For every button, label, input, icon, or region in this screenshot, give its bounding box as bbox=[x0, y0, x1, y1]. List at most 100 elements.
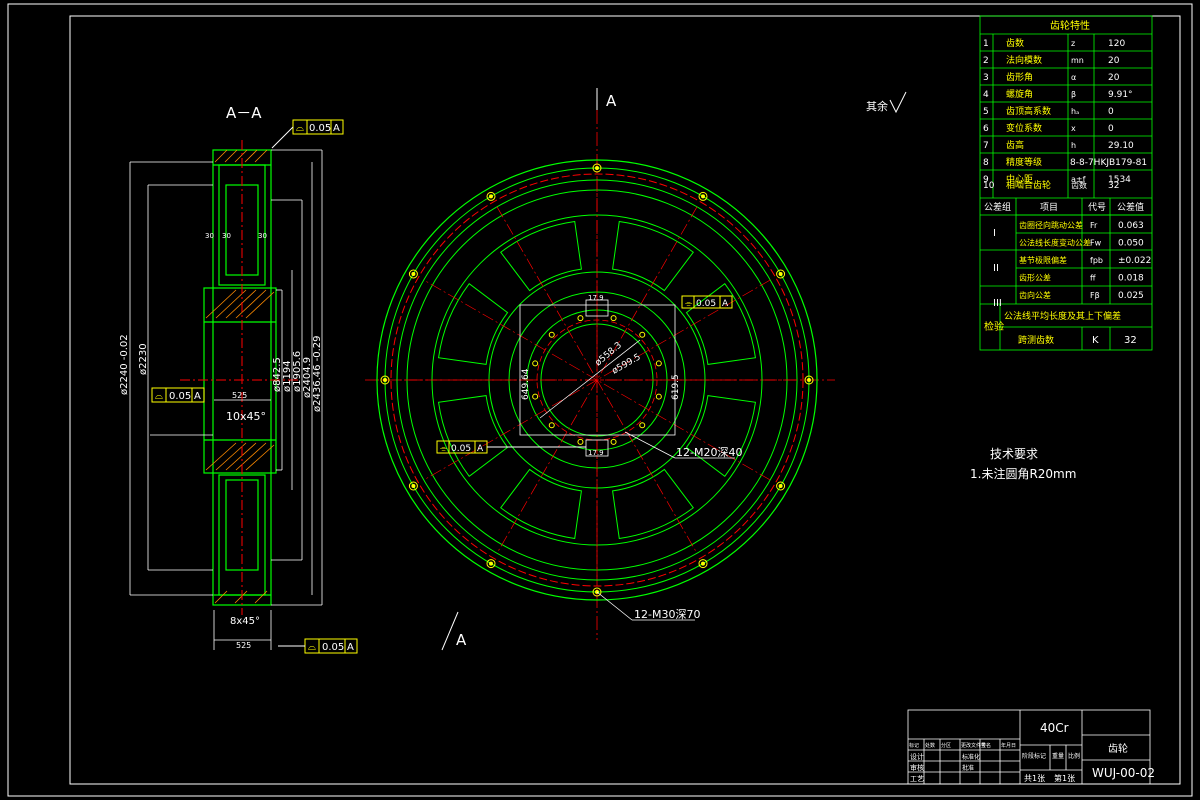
tol-code: Fr bbox=[1090, 221, 1098, 230]
svg-text:8x45°: 8x45° bbox=[230, 616, 260, 627]
svg-text:公差组: 公差组 bbox=[984, 201, 1011, 213]
gear-row-name: 螺旋角 bbox=[1006, 88, 1033, 100]
svg-text:跨测齿数: 跨测齿数 bbox=[1018, 334, 1054, 346]
tol-code: Fw bbox=[1090, 239, 1102, 248]
section-mark-top: A bbox=[606, 92, 617, 110]
svg-text:其余: 其余 bbox=[866, 99, 888, 113]
svg-text:0.05: 0.05 bbox=[309, 123, 331, 134]
flatness-frame-mid: ⌓ 0.05 A bbox=[151, 387, 205, 403]
svg-text:检验: 检验 bbox=[984, 320, 1004, 333]
svg-text:525: 525 bbox=[232, 391, 247, 400]
svg-text:32: 32 bbox=[1124, 335, 1137, 346]
title-block-head: 签名 bbox=[981, 742, 991, 749]
gear-row-sym: β bbox=[1071, 90, 1076, 99]
gear-row-val: 0 bbox=[1108, 124, 1114, 134]
svg-text:ø2240 -0.02: ø2240 -0.02 bbox=[119, 334, 130, 395]
hole-note-m20: 12-M20深40 bbox=[676, 446, 742, 459]
gear-row-val: 20 bbox=[1108, 73, 1120, 83]
svg-text:30: 30 bbox=[258, 232, 267, 240]
svg-text:17.9: 17.9 bbox=[588, 449, 604, 457]
section-label: A－A bbox=[226, 104, 262, 122]
tol-value: 0.063 bbox=[1118, 221, 1144, 231]
gear-row-no: 4 bbox=[983, 90, 989, 100]
tol-code: fpb bbox=[1090, 256, 1103, 265]
tol-value: ±0.022 bbox=[1118, 256, 1151, 266]
gear-row-name: 精度等级 bbox=[1006, 156, 1042, 168]
svg-text:齿轮特性: 齿轮特性 bbox=[1050, 19, 1090, 32]
svg-text:ø2230: ø2230 bbox=[138, 343, 149, 375]
tol-code: ff bbox=[1090, 274, 1096, 283]
tol-item: 基节极限偏差 bbox=[1019, 255, 1067, 265]
svg-text:0.05: 0.05 bbox=[169, 391, 191, 402]
svg-text:A: A bbox=[333, 123, 340, 134]
bolt-hole-center bbox=[411, 272, 416, 276]
svg-text:30: 30 bbox=[205, 232, 214, 240]
title-block-head: 分区 bbox=[941, 742, 951, 749]
svg-text:公差值: 公差值 bbox=[1117, 201, 1144, 213]
svg-text:1.未注圆角R20mm: 1.未注圆角R20mm bbox=[970, 466, 1076, 481]
svg-text:525: 525 bbox=[236, 641, 251, 650]
svg-text:⌓: ⌓ bbox=[155, 391, 163, 402]
svg-text:0.05: 0.05 bbox=[451, 444, 471, 454]
title-block-head: 处数 bbox=[925, 742, 935, 749]
gear-row-sym: α bbox=[1071, 73, 1076, 82]
svg-text:工艺: 工艺 bbox=[910, 775, 924, 783]
gear-row-name: 齿数 bbox=[1006, 37, 1024, 49]
gear-row-name: 齿顶高系数 bbox=[1006, 105, 1051, 117]
svg-text:⌯: ⌯ bbox=[440, 444, 448, 454]
gear-row-no: 8 bbox=[983, 158, 989, 168]
svg-text:公法线平均长度及其上下偏差: 公法线平均长度及其上下偏差 bbox=[1004, 310, 1121, 322]
bolt-hole-center bbox=[701, 561, 705, 566]
svg-text:⌯: ⌯ bbox=[685, 299, 693, 309]
gear-row-no: 3 bbox=[983, 73, 989, 83]
tol-value: 0.018 bbox=[1118, 274, 1144, 284]
bolt-hole-center bbox=[595, 166, 599, 170]
gear-row-val: 20 bbox=[1108, 56, 1120, 66]
gear-row-val: 120 bbox=[1108, 39, 1125, 49]
gear-row-sym: 齿数 bbox=[1071, 180, 1087, 190]
tol-code: Fβ bbox=[1090, 291, 1100, 300]
gear-row-no: 6 bbox=[983, 124, 989, 134]
gear-row-val: 9.91° bbox=[1108, 90, 1133, 100]
gear-row-val: 0 bbox=[1108, 107, 1114, 117]
gear-row-val: 29.10 bbox=[1108, 141, 1134, 151]
svg-text:A: A bbox=[477, 444, 484, 454]
hole-note-m30: 12-M30深70 bbox=[634, 608, 700, 621]
svg-text:⌓: ⌓ bbox=[308, 642, 316, 653]
bolt-hole-center bbox=[701, 194, 705, 199]
svg-text:标准化: 标准化 bbox=[962, 753, 980, 761]
gear-row-no: 5 bbox=[983, 107, 989, 117]
tol-group: II bbox=[993, 263, 999, 274]
svg-text:⌓: ⌓ bbox=[296, 123, 304, 134]
gear-row-name: 相啮合齿轮 bbox=[1006, 179, 1051, 191]
svg-text:齿轮: 齿轮 bbox=[1108, 742, 1128, 755]
svg-text:共1张: 共1张 bbox=[1024, 774, 1045, 783]
svg-text:K: K bbox=[1092, 335, 1099, 346]
svg-text:ø2436.46 -0.29: ø2436.46 -0.29 bbox=[312, 335, 323, 412]
tol-item: 齿圈径向跳动公差 bbox=[1019, 220, 1083, 230]
svg-text:619.5: 619.5 bbox=[671, 374, 681, 400]
tol-item: 公法线长度变动公差 bbox=[1019, 238, 1091, 248]
gear-row-no: 10 bbox=[983, 181, 995, 191]
svg-text:第1张: 第1张 bbox=[1054, 773, 1075, 783]
gear-row-sym: hₐ bbox=[1071, 107, 1079, 116]
gear-row-name: 齿高 bbox=[1006, 139, 1024, 151]
tol-value: 0.025 bbox=[1118, 291, 1144, 301]
svg-text:40Cr: 40Cr bbox=[1040, 721, 1069, 735]
title-block-head: 年月日 bbox=[1001, 742, 1016, 749]
svg-text:30: 30 bbox=[222, 232, 231, 240]
tol-item: 齿形公差 bbox=[1019, 273, 1051, 283]
svg-text:WUJ-00-02: WUJ-00-02 bbox=[1092, 766, 1155, 780]
svg-text:技术要求: 技术要求 bbox=[990, 447, 1038, 461]
svg-text:A: A bbox=[347, 642, 354, 653]
svg-text:0.05: 0.05 bbox=[696, 299, 716, 309]
bolt-hole-center bbox=[411, 484, 416, 488]
gear-row-name: 法向模数 bbox=[1006, 54, 1042, 66]
bolt-hole-center bbox=[778, 484, 783, 488]
gear-row-sym: x bbox=[1071, 124, 1076, 133]
svg-text:批准: 批准 bbox=[962, 764, 974, 772]
tol-value: 0.050 bbox=[1118, 239, 1144, 249]
bolt-hole-center bbox=[807, 378, 811, 382]
svg-text:设计: 设计 bbox=[910, 752, 924, 761]
bolt-hole-center bbox=[489, 194, 493, 199]
